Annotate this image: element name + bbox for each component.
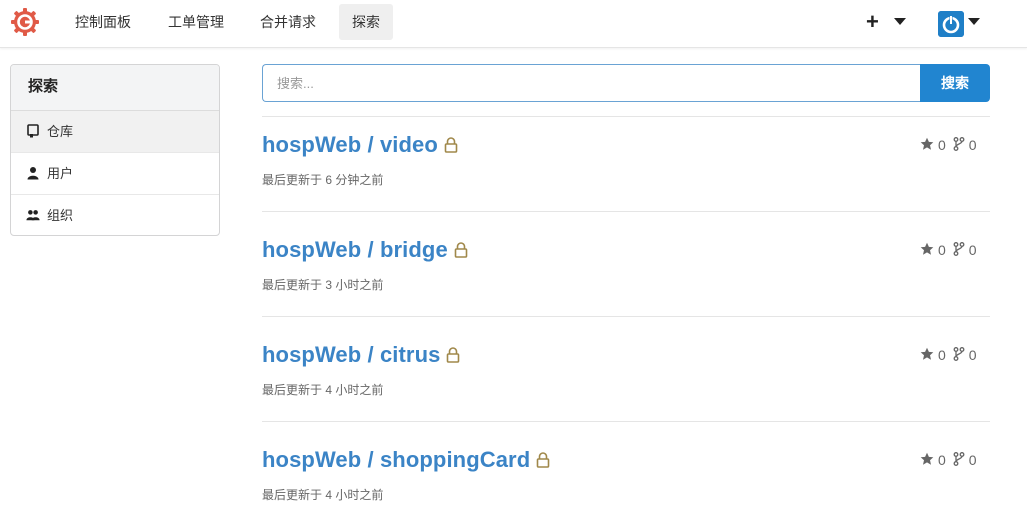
nav-pull-requests[interactable]: 合并请求 bbox=[251, 4, 325, 40]
avatar[interactable] bbox=[938, 11, 964, 37]
plus-icon[interactable]: + bbox=[866, 10, 879, 34]
divider bbox=[262, 421, 990, 422]
star-count: 0 bbox=[938, 452, 946, 468]
nav-explore[interactable]: 探索 bbox=[339, 4, 393, 40]
top-navbar: 控制面板 工单管理 合并请求 探索 + bbox=[0, 0, 1027, 48]
fork-count: 0 bbox=[968, 137, 977, 153]
lock-icon bbox=[454, 242, 468, 258]
repo-updated-time: 最后更新于 6 分钟之前 bbox=[262, 173, 384, 187]
repo-link[interactable]: hospWeb / citrus bbox=[262, 342, 460, 368]
lock-icon bbox=[444, 137, 458, 153]
repo-link[interactable]: hospWeb / video bbox=[262, 132, 458, 158]
fork-icon bbox=[953, 137, 965, 151]
repo-link[interactable]: hospWeb / bridge bbox=[262, 237, 468, 263]
sidebar-item-organizations[interactable]: 组织 bbox=[11, 195, 219, 235]
fork-count: 0 bbox=[968, 347, 977, 363]
divider bbox=[262, 316, 990, 317]
person-icon bbox=[27, 167, 39, 180]
chevron-down-icon[interactable] bbox=[894, 18, 906, 25]
star-icon bbox=[920, 452, 934, 465]
repo-link[interactable]: hospWeb / shoppingCard bbox=[262, 447, 550, 473]
repo-updated-time: 最后更新于 4 小时之前 bbox=[262, 488, 384, 502]
gitea-logo-icon[interactable] bbox=[10, 7, 40, 37]
fork-icon bbox=[953, 347, 965, 361]
star-count: 0 bbox=[938, 137, 946, 153]
repo-stats: 00 bbox=[920, 347, 984, 363]
divider bbox=[262, 211, 990, 212]
chevron-down-icon[interactable] bbox=[968, 18, 980, 25]
star-icon bbox=[920, 242, 934, 255]
search-button[interactable]: 搜索 bbox=[920, 64, 990, 102]
sidebar-item-label: 组织 bbox=[47, 208, 74, 223]
search-input[interactable] bbox=[262, 64, 920, 102]
divider bbox=[262, 116, 990, 117]
sidebar-item-users[interactable]: 用户 bbox=[11, 153, 219, 195]
fork-count: 0 bbox=[968, 452, 977, 468]
repo-updated-time: 最后更新于 4 小时之前 bbox=[262, 383, 384, 397]
repo-stats: 00 bbox=[920, 452, 984, 468]
star-count: 0 bbox=[938, 347, 946, 363]
sidebar-item-label: 仓库 bbox=[47, 124, 74, 139]
sidebar-item-repositories[interactable]: 仓库 bbox=[11, 111, 219, 153]
star-icon bbox=[920, 137, 934, 150]
sidebar-item-label: 用户 bbox=[47, 166, 74, 181]
fork-icon bbox=[953, 242, 965, 256]
lock-icon bbox=[447, 347, 460, 363]
lock-icon bbox=[536, 452, 550, 468]
star-icon bbox=[920, 347, 934, 360]
repo-stats: 00 bbox=[920, 242, 984, 258]
sidebar-header: 探索 bbox=[11, 65, 219, 111]
organization-icon bbox=[26, 210, 40, 221]
nav-issues[interactable]: 工单管理 bbox=[159, 4, 233, 40]
repo-stats: 00 bbox=[920, 137, 984, 153]
fork-icon bbox=[953, 452, 965, 466]
explore-sidebar: 探索 仓库 用户 组织 bbox=[10, 64, 220, 236]
star-count: 0 bbox=[938, 242, 946, 258]
fork-count: 0 bbox=[968, 242, 977, 258]
repo-updated-time: 最后更新于 3 小时之前 bbox=[262, 278, 384, 292]
repo-icon bbox=[27, 124, 39, 138]
nav-dashboard[interactable]: 控制面板 bbox=[66, 4, 140, 40]
